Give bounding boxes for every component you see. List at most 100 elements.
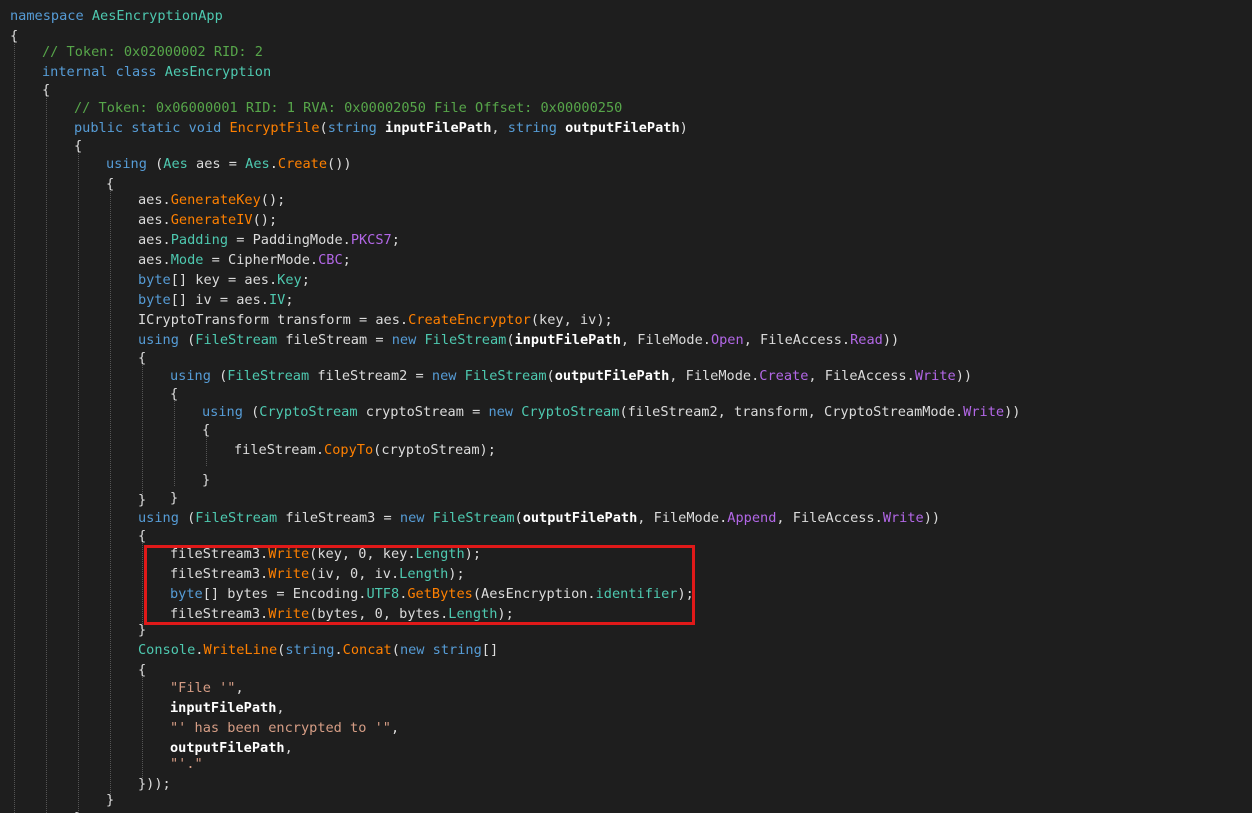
code-token: , FileMode. (669, 368, 760, 384)
code-token: Aes (163, 156, 188, 172)
code-token: CryptoStream (521, 404, 620, 420)
code-token: new string (399, 642, 482, 658)
code-token: WriteLine (203, 642, 278, 658)
code-line: using (CryptoStream cryptoStream = new C… (202, 402, 1020, 422)
code-token: new (431, 368, 465, 384)
code-line: "File '", (170, 678, 244, 698)
code-line: aes.Mode = CipherMode.CBC; (138, 250, 351, 270)
code-token: (); (252, 212, 278, 228)
code-token: aes. (138, 252, 171, 268)
code-line: using (FileStream fileStream3 = new File… (138, 508, 940, 528)
code-token: [] key = aes. (170, 272, 278, 288)
code-token: { (138, 528, 147, 544)
code-token: } (202, 472, 211, 488)
code-token: new (488, 404, 522, 420)
code-token: ) (679, 120, 688, 136)
code-token: , (284, 740, 293, 756)
code-editor[interactable]: namespace AesEncryptionApp { // Token: 0x0… (0, 0, 1252, 813)
code-line: } (106, 790, 114, 810)
indent-guide (142, 362, 143, 500)
code-token: CryptoStream (259, 404, 358, 420)
code-token: { (138, 350, 147, 366)
code-token: public static void (74, 120, 230, 136)
code-token: fileStream3 = (277, 510, 400, 526)
code-token: { (10, 28, 19, 44)
code-token: new (391, 332, 425, 348)
code-token: , FileAccess. (743, 332, 851, 348)
indent-guide (174, 398, 175, 486)
code-token: Console (138, 642, 196, 658)
code-token: using (138, 510, 188, 526)
code-token: fileStream = (277, 332, 392, 348)
code-token: (key, iv); (530, 312, 613, 328)
code-token: )) (923, 510, 941, 526)
code-token: Write (963, 404, 1005, 420)
code-token: Key (277, 272, 302, 288)
code-token: ( (546, 368, 555, 384)
code-line: aes.Padding = PaddingMode.PKCS7; (138, 230, 400, 250)
code-token: // Token: 0x02000002 RID: 2 (42, 44, 263, 60)
code-token: outputFilePath (522, 510, 638, 526)
code-token: (cryptoStream); (373, 442, 496, 458)
code-line: })); (138, 774, 171, 794)
code-line: { (74, 136, 82, 156)
code-line: { (138, 348, 146, 368)
code-line: using (FileStream fileStream = new FileS… (138, 330, 899, 350)
code-token: ; (285, 292, 294, 308)
code-line: fileStream.CopyTo(cryptoStream); (234, 440, 496, 460)
code-token: AesEncryptionApp (91, 8, 223, 24)
code-token: Mode (170, 252, 204, 268)
code-token: ; (301, 272, 310, 288)
code-token: FileStream (424, 332, 507, 348)
code-token: fileStream2 = (309, 368, 432, 384)
code-token: (fileStream2, transform, CryptoStreamMod… (619, 404, 964, 420)
code-token: Aes (245, 156, 270, 172)
code-token: FileStream (464, 368, 547, 384)
code-token: )) (1004, 404, 1021, 420)
code-token: [] iv = aes. (170, 292, 269, 308)
code-line: inputFilePath, (170, 698, 285, 718)
code-token: } (138, 492, 147, 508)
code-token: Open (710, 332, 744, 348)
code-token: FileStream (195, 332, 278, 348)
code-token: Concat (342, 642, 392, 658)
code-token: (); (260, 192, 286, 208)
code-token: using (170, 368, 220, 384)
code-line: { (170, 384, 178, 404)
code-token: )) (882, 332, 900, 348)
highlight-box (144, 545, 695, 625)
code-token: FileStream (432, 510, 515, 526)
code-line: } (170, 488, 178, 508)
code-token: Padding (170, 232, 229, 248)
code-line: "'." (170, 754, 203, 774)
code-line: // Token: 0x02000002 RID: 2 (42, 42, 263, 62)
code-token: , (235, 680, 244, 696)
code-token: )) (955, 368, 973, 384)
code-token: cryptoStream = (357, 404, 489, 420)
code-token: EncryptFile (229, 120, 320, 136)
code-token: outputFilePath (565, 120, 680, 136)
code-token: Create (759, 368, 809, 384)
code-token: Write (882, 510, 924, 526)
indent-guide (142, 540, 143, 630)
code-token: AesEncryption (164, 64, 272, 80)
code-token: Append (727, 510, 777, 526)
code-token: , FileMode. (620, 332, 711, 348)
code-token: CopyTo (324, 442, 374, 458)
code-token: , FileAccess. (808, 368, 915, 384)
code-token: outputFilePath (554, 368, 670, 384)
code-token: ; (391, 232, 400, 248)
code-token: . (334, 642, 343, 658)
code-line: namespace AesEncryptionApp (10, 6, 223, 26)
code-token: "'." (170, 756, 203, 772)
code-token: inputFilePath (514, 332, 621, 348)
code-token: // Token: 0x06000001 RID: 1 RVA: 0x00002… (74, 100, 623, 116)
code-token: { (42, 82, 51, 98)
code-token: using (106, 156, 156, 172)
code-token: Write (914, 368, 956, 384)
code-line: { (202, 420, 210, 440)
code-token: inputFilePath (385, 120, 492, 136)
code-line: "' has been encrypted to '", (170, 718, 399, 738)
code-token: { (202, 422, 211, 438)
code-token: { (74, 138, 83, 154)
